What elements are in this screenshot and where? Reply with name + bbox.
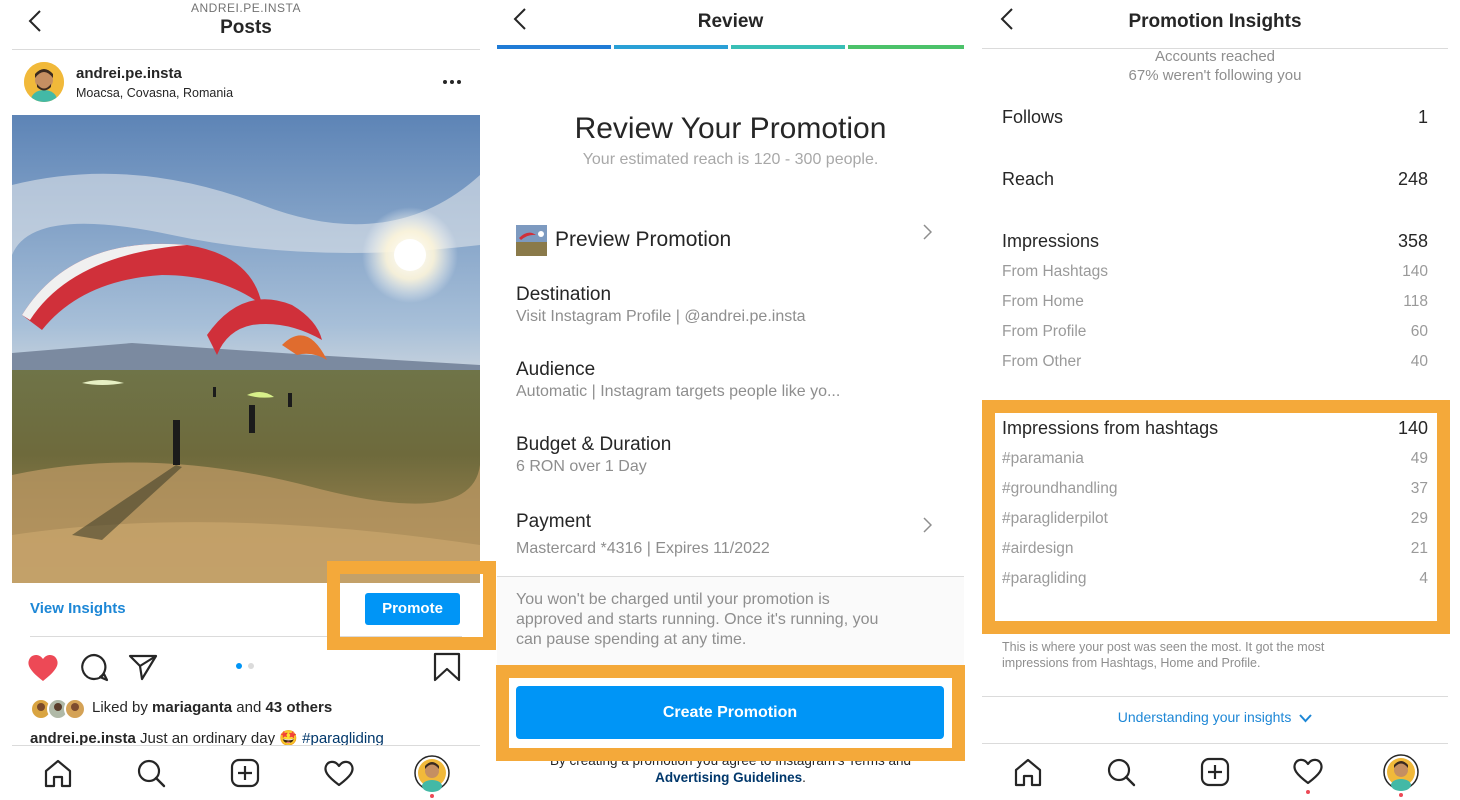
terms-text: By creating a promotion you agree to Ins… (549, 753, 911, 768)
page-title: Review (697, 11, 764, 32)
tab-bar (982, 743, 1448, 800)
source-label: From Hashtags (1002, 263, 1108, 280)
source-value: 60 (1410, 323, 1428, 340)
chevron-down-icon (1299, 714, 1312, 723)
hashtag-value: 4 (1419, 570, 1428, 587)
page-title: Promotion Insights (1128, 11, 1302, 32)
terms-links: Advertising Guidelines. (655, 770, 806, 785)
share-icon[interactable] (128, 653, 158, 681)
comment-icon[interactable] (79, 652, 109, 682)
review-screen: Review Review Your Promotion Your estima… (497, 0, 964, 800)
heart-icon[interactable] (1292, 756, 1324, 796)
progress-steps (497, 45, 964, 49)
source-value: 118 (1403, 293, 1428, 310)
hashtag-value: 29 (1410, 510, 1428, 527)
audience-label: Audience (516, 359, 596, 380)
avatar[interactable] (24, 62, 64, 102)
chevron-right-icon (923, 224, 932, 240)
preview-thumbnail (516, 225, 547, 256)
understanding-insights-link[interactable]: Understanding your insights (982, 709, 1448, 725)
reach-estimate: Your estimated reach is 120 - 300 people… (582, 151, 879, 168)
hashtag-label: #groundhandling (1002, 480, 1118, 497)
budget-value: 6 RON over 1 Day (516, 458, 647, 475)
summary-line-1: This is where your post was seen the mos… (1002, 640, 1325, 654)
notice-line-3: can pause spending at any time. (516, 631, 747, 648)
hashtag-value: 21 (1410, 540, 1428, 557)
destination-value: Visit Instagram Profile | @andrei.pe.ins… (516, 308, 806, 325)
posts-screen: ANDREI.PE.INSTA Posts andrei.pe.insta Mo… (12, 0, 480, 800)
liked-by-avatars[interactable] (30, 698, 86, 720)
reach-label: Reach (1002, 169, 1055, 189)
follows-label: Follows (1002, 107, 1064, 127)
header-username: ANDREI.PE.INSTA (191, 1, 301, 15)
post-location[interactable]: Moacsa, Covasna, Romania (76, 86, 233, 100)
preview-promotion-row[interactable]: Preview Promotion (516, 222, 946, 262)
tab-bar (12, 745, 480, 800)
view-insights-link[interactable]: View Insights (30, 600, 126, 617)
advertising-guidelines-link[interactable]: Advertising Guidelines (655, 770, 802, 785)
hashtag-label: #paramania (1002, 450, 1084, 467)
source-value: 140 (1402, 263, 1428, 280)
more-icon[interactable] (442, 79, 462, 85)
insights-screen: Promotion Insights Accounts reached 67% … (982, 0, 1448, 800)
understanding-insights-label: Understanding your insights (1117, 709, 1292, 725)
accounts-reached-label: Accounts reached (1154, 48, 1276, 65)
liked-by-others[interactable]: 43 others (265, 699, 332, 716)
payment-value: Mastercard *4316 | Expires 11/2022 (516, 540, 770, 557)
page-title: Posts (220, 17, 272, 38)
review-heading: Review Your Promotion (574, 112, 887, 145)
liked-by-user[interactable]: mariaganta (152, 699, 232, 716)
hashtag-value: 49 (1410, 450, 1428, 467)
audience-value: Automatic | Instagram targets people lik… (516, 383, 841, 400)
search-icon[interactable] (1106, 757, 1136, 787)
post-image[interactable] (12, 115, 480, 583)
impressions-label: Impressions (1002, 231, 1100, 251)
notice-line-2: approved and starts running. Once it's r… (516, 611, 879, 628)
profile-tab-avatar[interactable] (414, 755, 450, 799)
payment-label: Payment (516, 511, 591, 532)
follows-value: 1 (1417, 107, 1428, 127)
add-icon[interactable] (230, 758, 260, 788)
liked-by-text: Liked by mariaganta and 43 others (92, 699, 333, 716)
not-following-stat: 67% weren't following you (1128, 67, 1302, 84)
home-icon[interactable] (43, 758, 73, 788)
hashtags-value: 140 (1397, 418, 1428, 438)
reach-value: 248 (1397, 169, 1428, 189)
destination-label: Destination (516, 284, 612, 305)
notice-line-1: You won't be charged until your promotio… (516, 591, 830, 608)
hashtag-label: #airdesign (1002, 540, 1074, 557)
hashtag-label: #paragliding (1002, 570, 1087, 587)
hashtags-label: Impressions from hashtags (1002, 418, 1219, 438)
home-icon[interactable] (1013, 757, 1043, 787)
charge-notice: You won't be charged until your promotio… (497, 576, 964, 666)
carousel-dots (236, 663, 258, 669)
source-value: 40 (1410, 353, 1428, 370)
preview-promotion-label: Preview Promotion (555, 228, 732, 251)
add-icon[interactable] (1200, 757, 1230, 787)
hashtag-value: 37 (1410, 480, 1428, 497)
bookmark-icon[interactable] (433, 652, 461, 682)
impressions-value: 358 (1397, 231, 1428, 251)
create-promotion-button[interactable]: Create Promotion (516, 686, 944, 739)
promote-button[interactable]: Promote (365, 593, 460, 625)
source-label: From Profile (1002, 323, 1087, 340)
heart-filled-icon[interactable] (27, 652, 59, 682)
profile-tab-avatar[interactable] (1383, 754, 1419, 798)
hashtag-label: #paragliderpilot (1002, 510, 1108, 527)
summary-line-2: impressions from Hashtags, Home and Prof… (1002, 656, 1261, 670)
chevron-right-icon (923, 517, 932, 533)
post-username[interactable]: andrei.pe.insta (76, 65, 182, 82)
source-label: From Other (1002, 353, 1082, 370)
heart-icon[interactable] (323, 758, 355, 788)
source-label: From Home (1002, 293, 1084, 310)
search-icon[interactable] (136, 758, 166, 788)
budget-label: Budget & Duration (516, 434, 672, 455)
